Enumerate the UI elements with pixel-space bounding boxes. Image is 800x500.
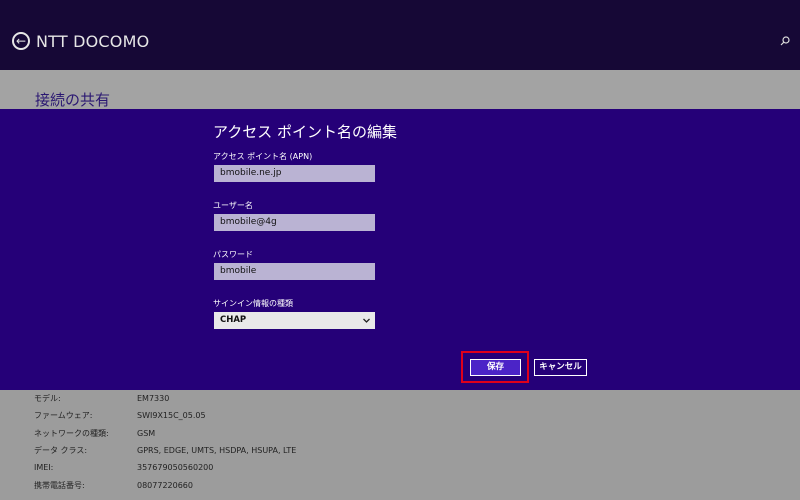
info-value-firmware: SWI9X15C_05.05 <box>137 411 206 420</box>
apn-label: アクセス ポイント名 (APN) <box>213 152 313 161</box>
edit-apn-dialog <box>0 109 800 390</box>
info-value-network-type: GSM <box>137 429 156 438</box>
info-key-firmware: ファームウェア: <box>34 411 93 420</box>
apn-input[interactable]: bmobile.ne.jp <box>214 165 375 182</box>
info-key-imei: IMEI: <box>34 463 54 472</box>
device-info-panel <box>0 390 800 500</box>
info-key-data-class: データ クラス: <box>34 446 88 455</box>
info-value-phone: 08077220660 <box>137 481 193 490</box>
save-button[interactable]: 保存 <box>470 359 521 376</box>
dialog-title: アクセス ポイント名の編集 <box>213 123 398 141</box>
signin-type-value: CHAP <box>220 315 247 325</box>
info-value-imei: 357679050560200 <box>137 463 214 472</box>
info-value-data-class: GPRS, EDGE, UMTS, HSDPA, HSUPA, LTE <box>137 446 297 455</box>
search-icon[interactable] <box>780 36 790 46</box>
password-label: パスワード <box>213 250 253 259</box>
info-key-model: モデル: <box>34 394 61 403</box>
password-input[interactable]: bmobile <box>214 263 375 280</box>
section-title: 接続の共有 <box>35 91 111 109</box>
section-background <box>0 70 800 110</box>
back-arrow-icon[interactable]: ← <box>12 32 30 50</box>
cancel-button[interactable]: キャンセル <box>534 359 587 376</box>
page-title: NTT DOCOMO <box>36 32 150 51</box>
signin-type-label: サインイン情報の種類 <box>213 299 293 308</box>
signin-type-select[interactable]: CHAP <box>214 312 375 329</box>
username-label: ユーザー名 <box>213 201 253 210</box>
info-key-network-type: ネットワークの種類: <box>34 429 109 438</box>
info-value-model: EM7330 <box>137 394 170 403</box>
chevron-down-icon <box>363 318 370 323</box>
username-input[interactable]: bmobile@4g <box>214 214 375 231</box>
info-key-phone: 携帯電話番号: <box>34 481 85 490</box>
